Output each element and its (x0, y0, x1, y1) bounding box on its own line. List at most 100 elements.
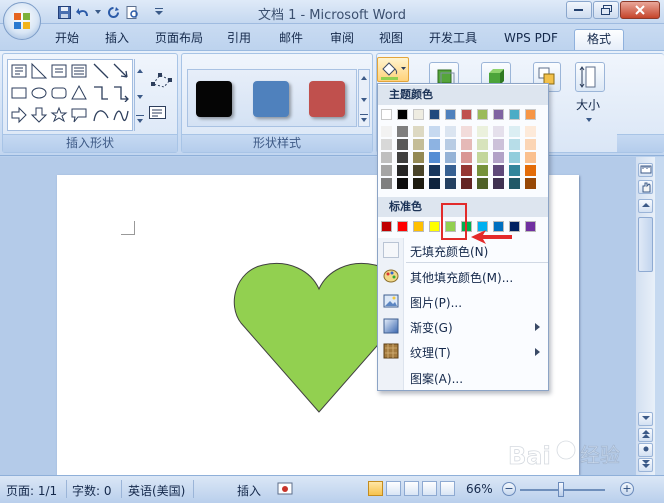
theme-shade-swatch[interactable] (493, 152, 504, 163)
theme-shade-swatch[interactable] (493, 139, 504, 150)
tab-wps-pdf[interactable]: WPS PDF (494, 29, 568, 50)
shape-style-black[interactable] (196, 81, 232, 117)
draft-view-icon[interactable] (440, 481, 455, 496)
close-icon[interactable] (620, 1, 660, 19)
theme-shade-swatch[interactable] (477, 139, 488, 150)
edit-shape-icon[interactable] (149, 70, 175, 90)
theme-color-swatch[interactable] (509, 109, 520, 120)
theme-shade-swatch[interactable] (477, 126, 488, 137)
down-arrow-shape-icon[interactable] (30, 106, 48, 124)
triangle-shape-icon[interactable] (70, 84, 88, 102)
tab-insert[interactable]: 插入 (96, 29, 138, 50)
theme-shade-swatch[interactable] (381, 126, 392, 137)
theme-shade-swatch[interactable] (397, 178, 408, 189)
theme-color-swatch[interactable] (477, 109, 488, 120)
theme-color-swatch[interactable] (413, 109, 424, 120)
rounded-rectangle-shape-icon[interactable] (50, 84, 68, 102)
shapes-gallery[interactable] (7, 59, 133, 131)
line-shape-icon[interactable] (92, 62, 110, 80)
text-box-shape-icon[interactable] (50, 62, 68, 80)
menu-item-more-colors[interactable]: 其他填充颜色(M)... (410, 269, 513, 286)
insert-mode-status[interactable]: 插入 (237, 482, 261, 499)
theme-shade-swatch[interactable] (429, 165, 440, 176)
textbox-draw-icon[interactable] (149, 106, 167, 120)
callout-shape-icon[interactable] (70, 106, 88, 124)
textbox-shape-icon[interactable] (10, 62, 28, 80)
theme-shade-swatch[interactable] (461, 152, 472, 163)
theme-color-swatch[interactable] (445, 109, 456, 120)
theme-shade-swatch[interactable] (429, 139, 440, 150)
standard-color-swatch[interactable] (381, 221, 392, 232)
theme-shade-swatch[interactable] (509, 152, 520, 163)
theme-color-swatch[interactable] (525, 109, 536, 120)
menu-item-texture[interactable]: 纹理(T) (410, 344, 451, 361)
theme-shade-swatch[interactable] (493, 165, 504, 176)
theme-shade-swatch[interactable] (525, 165, 536, 176)
theme-shade-swatch[interactable] (493, 178, 504, 189)
theme-shade-swatch[interactable] (397, 165, 408, 176)
theme-color-swatch[interactable] (397, 109, 408, 120)
office-button[interactable] (3, 2, 41, 40)
elbow-connector-shape-icon[interactable] (92, 84, 110, 102)
theme-shade-swatch[interactable] (445, 139, 456, 150)
theme-shade-swatch[interactable] (461, 178, 472, 189)
standard-color-swatch[interactable] (429, 221, 440, 232)
styles-gallery-scroll[interactable] (358, 69, 370, 127)
star-shape-icon[interactable] (50, 106, 68, 124)
theme-shade-swatch[interactable] (397, 152, 408, 163)
wordart-shape-icon[interactable] (70, 62, 88, 80)
scroll-up-icon[interactable] (638, 199, 653, 213)
zoom-out-icon[interactable]: − (502, 482, 516, 496)
theme-shade-swatch[interactable] (477, 152, 488, 163)
tab-page-layout[interactable]: 页面布局 (148, 29, 210, 50)
theme-shade-swatch[interactable] (429, 126, 440, 137)
minimize-icon[interactable] (566, 1, 592, 19)
vertical-textbox-shape-icon[interactable] (30, 62, 48, 80)
theme-shade-swatch[interactable] (509, 139, 520, 150)
theme-shade-swatch[interactable] (413, 178, 424, 189)
theme-shade-swatch[interactable] (381, 152, 392, 163)
tab-developer[interactable]: 开发工具 (420, 29, 486, 50)
shapes-gallery-scroll[interactable] (134, 59, 145, 131)
vertical-scrollbar[interactable] (636, 157, 655, 475)
theme-color-swatch[interactable] (381, 109, 392, 120)
theme-color-swatch[interactable] (429, 109, 440, 120)
menu-item-gradient[interactable]: 渐变(G) (410, 319, 453, 336)
theme-shade-swatch[interactable] (445, 165, 456, 176)
arrow-shape-icon[interactable] (112, 62, 130, 80)
standard-color-swatch[interactable] (397, 221, 408, 232)
tab-home[interactable]: 开始 (46, 29, 88, 50)
theme-shade-swatch[interactable] (525, 126, 536, 137)
standard-color-swatch[interactable] (525, 221, 536, 232)
theme-shade-swatch[interactable] (525, 178, 536, 189)
theme-shade-swatch[interactable] (381, 178, 392, 189)
theme-shade-swatch[interactable] (525, 139, 536, 150)
theme-shade-swatch[interactable] (381, 139, 392, 150)
curve-shape-icon[interactable] (92, 106, 110, 124)
print-layout-view-icon[interactable] (368, 481, 383, 496)
tab-references[interactable]: 引用 (218, 29, 260, 50)
shape-style-blue[interactable] (253, 81, 289, 117)
standard-color-swatch[interactable] (413, 221, 424, 232)
menu-item-pattern[interactable]: 图案(A)... (410, 370, 463, 387)
theme-shade-swatch[interactable] (509, 126, 520, 137)
word-count[interactable]: 字数: 0 (72, 482, 112, 499)
theme-shade-swatch[interactable] (397, 126, 408, 137)
menu-item-no-fill[interactable]: 无填充颜色(N) (410, 243, 488, 260)
theme-shade-swatch[interactable] (413, 152, 424, 163)
theme-color-swatch[interactable] (461, 109, 472, 120)
theme-shade-swatch[interactable] (397, 139, 408, 150)
theme-shade-swatch[interactable] (477, 165, 488, 176)
tab-review[interactable]: 审阅 (321, 29, 363, 50)
theme-shade-swatch[interactable] (509, 178, 520, 189)
right-arrow-shape-icon[interactable] (10, 106, 28, 124)
size-button[interactable] (575, 62, 605, 92)
shape-fill-button[interactable] (377, 57, 409, 82)
theme-shade-swatch[interactable] (413, 126, 424, 137)
macro-record-icon[interactable] (277, 481, 294, 497)
rectangle-shape-icon[interactable] (10, 84, 28, 102)
theme-shade-swatch[interactable] (445, 152, 456, 163)
theme-shade-swatch[interactable] (413, 139, 424, 150)
size-dropdown-icon[interactable] (586, 118, 594, 123)
theme-shade-swatch[interactable] (429, 152, 440, 163)
